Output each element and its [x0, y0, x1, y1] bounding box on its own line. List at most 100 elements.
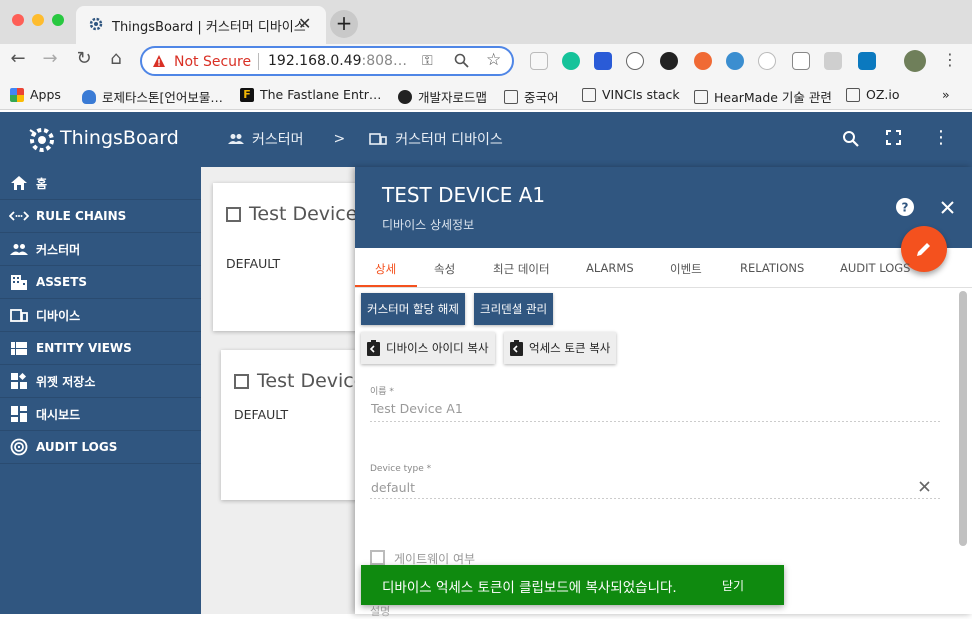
sidebar-item-entity-views[interactable]: ENTITY VIEWS — [0, 332, 201, 365]
tab-alarms[interactable]: ALARMS — [586, 261, 634, 275]
sidebar-item-devices[interactable]: 디바이스 — [0, 299, 201, 332]
close-tab-icon[interactable]: ✕ — [298, 14, 311, 33]
bookmarks-bar: Apps 로제타스톤[언어보물… F The Fastlane Entr… 개발자… — [0, 80, 972, 110]
apps-grid-icon — [10, 87, 24, 102]
bookmark-chinese[interactable]: 중국어 — [504, 87, 559, 106]
h-extension-icon[interactable] — [626, 52, 644, 70]
close-window-button[interactable] — [12, 14, 24, 26]
bookmark-label: VINCIs stack — [602, 87, 680, 102]
fullscreen-icon[interactable] — [886, 130, 901, 145]
more-vert-icon[interactable]: ⋮ — [932, 127, 950, 148]
grammarly-icon[interactable] — [562, 52, 580, 70]
browser-tab[interactable]: ThingsBoard | 커스터머 디바이스 ✕ — [76, 6, 326, 44]
panel-scrollbar[interactable] — [959, 291, 967, 546]
manage-credentials-button[interactable]: 크리덴셜 관리 — [474, 293, 554, 325]
zoom-icon[interactable] — [454, 53, 469, 68]
sidebar-item-home[interactable]: 홈 — [0, 167, 201, 200]
warning-icon — [152, 54, 166, 68]
device-card-checkbox[interactable] — [226, 206, 241, 222]
copy-access-token-button[interactable]: 억세스 토큰 복사 — [504, 332, 617, 364]
tab-relations[interactable]: RELATIONS — [740, 261, 804, 275]
globe-extension-icon[interactable] — [726, 52, 744, 70]
dark-extension-icon[interactable] — [660, 52, 678, 70]
unassign-customer-button[interactable]: 커스터머 할당 해제 — [361, 293, 465, 325]
description-label: 설명 — [370, 605, 391, 618]
thingsboard-logo-icon[interactable] — [26, 124, 58, 156]
gateway-checkbox[interactable] — [370, 550, 385, 565]
bookmark-vincis[interactable]: VINCIs stack — [582, 87, 680, 102]
dashboards-icon — [2, 406, 36, 422]
tab-events[interactable]: 이벤트 — [670, 261, 702, 277]
brand-name[interactable]: ThingsBoard — [60, 127, 179, 149]
tab-audit-logs[interactable]: AUDIT LOGS — [840, 261, 910, 275]
device-card-type: DEFAULT — [234, 407, 289, 422]
toast-message: 디바이스 억세스 토큰이 클립보드에 복사되었습니다. — [382, 580, 677, 596]
url-host: 192.168.0.49 — [268, 53, 362, 69]
sidebar-item-label: 위젯 저장소 — [36, 374, 96, 389]
sidebar: 홈 RULE CHAINS 커스터머 ASSETS 디바이스 ENTITY VI… — [0, 167, 201, 614]
sidebar-item-label: 디바이스 — [36, 308, 81, 323]
bookmark-extension-icon[interactable] — [594, 52, 612, 70]
sidebar-item-rule-chains[interactable]: RULE CHAINS — [0, 200, 201, 233]
bookmark-label: 로제타스톤[언어보물… — [102, 90, 223, 105]
clipboard-icon — [510, 340, 523, 356]
rule-chains-icon — [2, 211, 36, 221]
extension-doc-icon[interactable] — [530, 52, 548, 70]
sidebar-item-customers[interactable]: 커스터머 — [0, 233, 201, 266]
sidebar-item-label: ASSETS — [36, 275, 88, 289]
name-field[interactable]: Test Device A1 — [371, 401, 463, 416]
sidebar-item-audit-logs[interactable]: AUDIT LOGS — [0, 431, 201, 464]
new-tab-button[interactable]: + — [330, 10, 358, 38]
device-card-checkbox[interactable] — [234, 373, 249, 389]
tab-latest-telemetry[interactable]: 최근 데이터 — [493, 261, 550, 277]
bookmark-ozio[interactable]: OZ.io — [846, 87, 900, 102]
address-bar[interactable]: Not Secure 192.168.0.49:808… ⚿ ☆ — [140, 46, 514, 76]
key-icon[interactable]: ⚿ — [422, 53, 433, 69]
bookmark-hearmade[interactable]: HearMade 기술 관련 — [694, 87, 832, 106]
browser-menu-icon[interactable]: ⋮ — [942, 50, 958, 69]
bookmarks-overflow-button[interactable]: » — [942, 87, 950, 102]
help-icon[interactable]: ? — [896, 198, 914, 216]
tab-attributes[interactable]: 속성 — [434, 261, 455, 277]
minimize-window-button[interactable] — [32, 14, 44, 26]
sidebar-item-label: AUDIT LOGS — [36, 440, 118, 454]
orange-extension-icon[interactable] — [694, 52, 712, 70]
device-type-underline — [370, 498, 940, 499]
back-icon[interactable]: ← — [6, 48, 30, 69]
tag-extension-icon[interactable] — [824, 52, 842, 70]
device-card-name: Test Device — [257, 370, 366, 392]
close-icon[interactable] — [941, 201, 954, 214]
bookmark-label: HearMade 기술 관련 — [714, 90, 832, 105]
profile-avatar[interactable] — [904, 50, 926, 72]
panel-extension-icon[interactable] — [792, 52, 810, 70]
device-card-title: Test Device — [234, 370, 365, 392]
copy-device-id-button[interactable]: 디바이스 아이디 복사 — [361, 332, 495, 364]
bookmark-dev-roadmap[interactable]: 개발자로드맵 — [398, 87, 487, 106]
search-icon[interactable] — [842, 130, 859, 147]
reload-icon[interactable]: ↻ — [72, 48, 96, 69]
details-tabs: 상세 속성 최근 데이터 ALARMS 이벤트 RELATIONS AUDIT … — [355, 248, 972, 288]
sidebar-item-widgets[interactable]: 위젯 저장소 — [0, 365, 201, 398]
breadcrumb-customers[interactable]: 커스터머 — [252, 129, 304, 149]
customers-crumb-icon — [228, 133, 244, 145]
forward-icon[interactable]: → — [38, 48, 62, 69]
home-icon[interactable]: ⌂ — [104, 48, 128, 69]
sidebar-item-label: 커스터머 — [36, 242, 81, 257]
assets-icon — [2, 274, 36, 290]
sidebar-item-dashboards[interactable]: 대시보드 — [0, 398, 201, 431]
tab-details[interactable]: 상세 — [375, 261, 396, 277]
devices-icon — [2, 308, 36, 322]
clear-device-type-icon[interactable] — [919, 481, 930, 492]
trello-icon[interactable] — [858, 52, 876, 70]
bookmark-apps[interactable]: Apps — [10, 87, 61, 102]
zoom-window-button[interactable] — [52, 14, 64, 26]
bookmark-star-icon[interactable]: ☆ — [486, 50, 501, 70]
device-type-field[interactable]: default — [371, 480, 415, 495]
sidebar-item-assets[interactable]: ASSETS — [0, 266, 201, 299]
fastlane-icon: F — [240, 87, 254, 102]
toast-close-button[interactable]: 닫기 — [722, 577, 744, 594]
bookmark-rosetta[interactable]: 로제타스톤[언어보물… — [82, 87, 223, 106]
bookmark-fastlane[interactable]: F The Fastlane Entr… — [240, 87, 381, 102]
bookmark-label: OZ.io — [866, 87, 900, 102]
clock-extension-icon[interactable] — [758, 52, 776, 70]
